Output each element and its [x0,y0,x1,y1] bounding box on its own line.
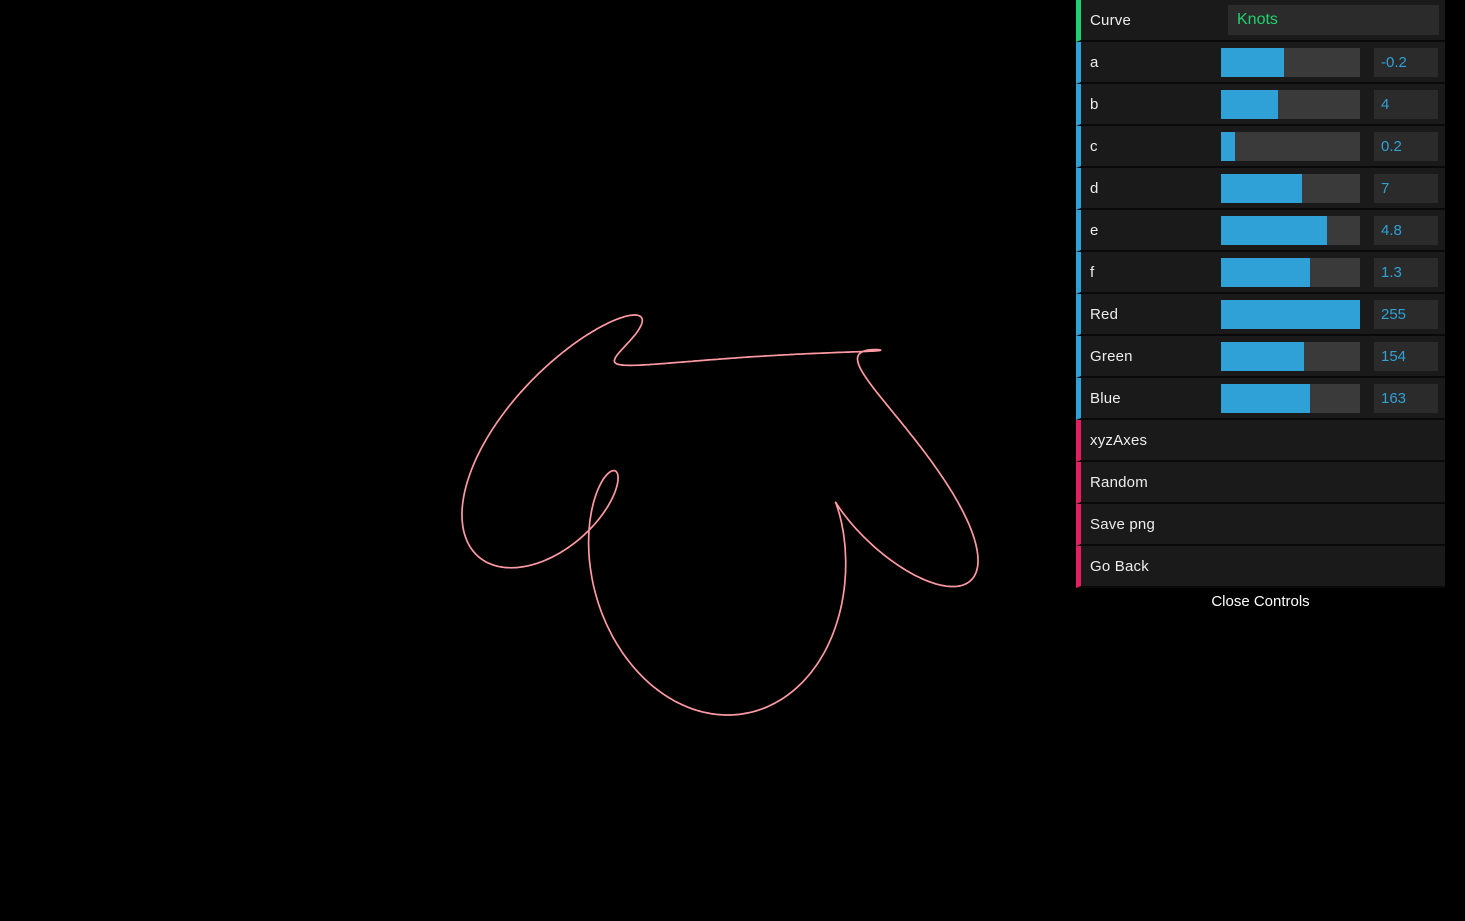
slider-row-f: f 1.3 [1076,252,1445,294]
xyzaxes-button-label: xyzAxes [1090,432,1147,449]
slider-track-b[interactable] [1221,90,1360,119]
slider-track-d[interactable] [1221,174,1360,203]
slider-track-red[interactable] [1221,300,1360,329]
value-input-a[interactable]: -0.2 [1374,48,1438,77]
slider-row-c: c 0.2 [1076,126,1445,168]
xyzaxes-button[interactable]: xyzAxes [1076,420,1445,462]
slider-fill-d [1221,174,1302,203]
knot-curve [462,315,978,715]
slider-row-red: Red 255 [1076,294,1445,336]
slider-row-b: b 4 [1076,84,1445,126]
value-input-f[interactable]: 1.3 [1374,258,1438,287]
slider-fill-b [1221,90,1278,119]
slider-label-blue: Blue [1090,390,1221,407]
slider-label-e: e [1090,222,1221,239]
slider-fill-a [1221,48,1284,77]
value-input-red[interactable]: 255 [1374,300,1438,329]
slider-fill-e [1221,216,1327,245]
curve-select[interactable]: Knots [1228,5,1439,35]
value-input-d[interactable]: 7 [1374,174,1438,203]
slider-track-a[interactable] [1221,48,1360,77]
random-button-label: Random [1090,474,1148,491]
slider-track-e[interactable] [1221,216,1360,245]
slider-row-blue: Blue 163 [1076,378,1445,420]
go-back-button[interactable]: Go Back [1076,546,1445,588]
slider-label-f: f [1090,264,1221,281]
slider-label-d: d [1090,180,1221,197]
close-controls-button[interactable]: Close Controls [1076,588,1445,616]
value-input-e[interactable]: 4.8 [1374,216,1438,245]
slider-fill-f [1221,258,1310,287]
controls-panel: Curve Knots a -0.2 b 4 c 0.2 d 7 e 4.8 f… [1076,0,1445,616]
slider-track-blue[interactable] [1221,384,1360,413]
slider-fill-blue [1221,384,1310,413]
slider-track-f[interactable] [1221,258,1360,287]
slider-label-c: c [1090,138,1221,155]
curve-row: Curve Knots [1076,0,1445,42]
slider-row-green: Green 154 [1076,336,1445,378]
slider-label-a: a [1090,54,1221,71]
slider-row-d: d 7 [1076,168,1445,210]
slider-label-green: Green [1090,348,1221,365]
slider-row-a: a -0.2 [1076,42,1445,84]
slider-label-b: b [1090,96,1221,113]
value-input-green[interactable]: 154 [1374,342,1438,371]
value-input-c[interactable]: 0.2 [1374,132,1438,161]
go-back-button-label: Go Back [1090,558,1149,575]
slider-label-red: Red [1090,306,1221,323]
save-png-button-label: Save png [1090,516,1155,533]
save-png-button[interactable]: Save png [1076,504,1445,546]
slider-fill-c [1221,132,1235,161]
curve-row-label: Curve [1090,12,1221,29]
slider-track-c[interactable] [1221,132,1360,161]
slider-row-e: e 4.8 [1076,210,1445,252]
value-input-b[interactable]: 4 [1374,90,1438,119]
value-input-blue[interactable]: 163 [1374,384,1438,413]
slider-fill-red [1221,300,1360,329]
slider-fill-green [1221,342,1304,371]
slider-track-green[interactable] [1221,342,1360,371]
random-button[interactable]: Random [1076,462,1445,504]
